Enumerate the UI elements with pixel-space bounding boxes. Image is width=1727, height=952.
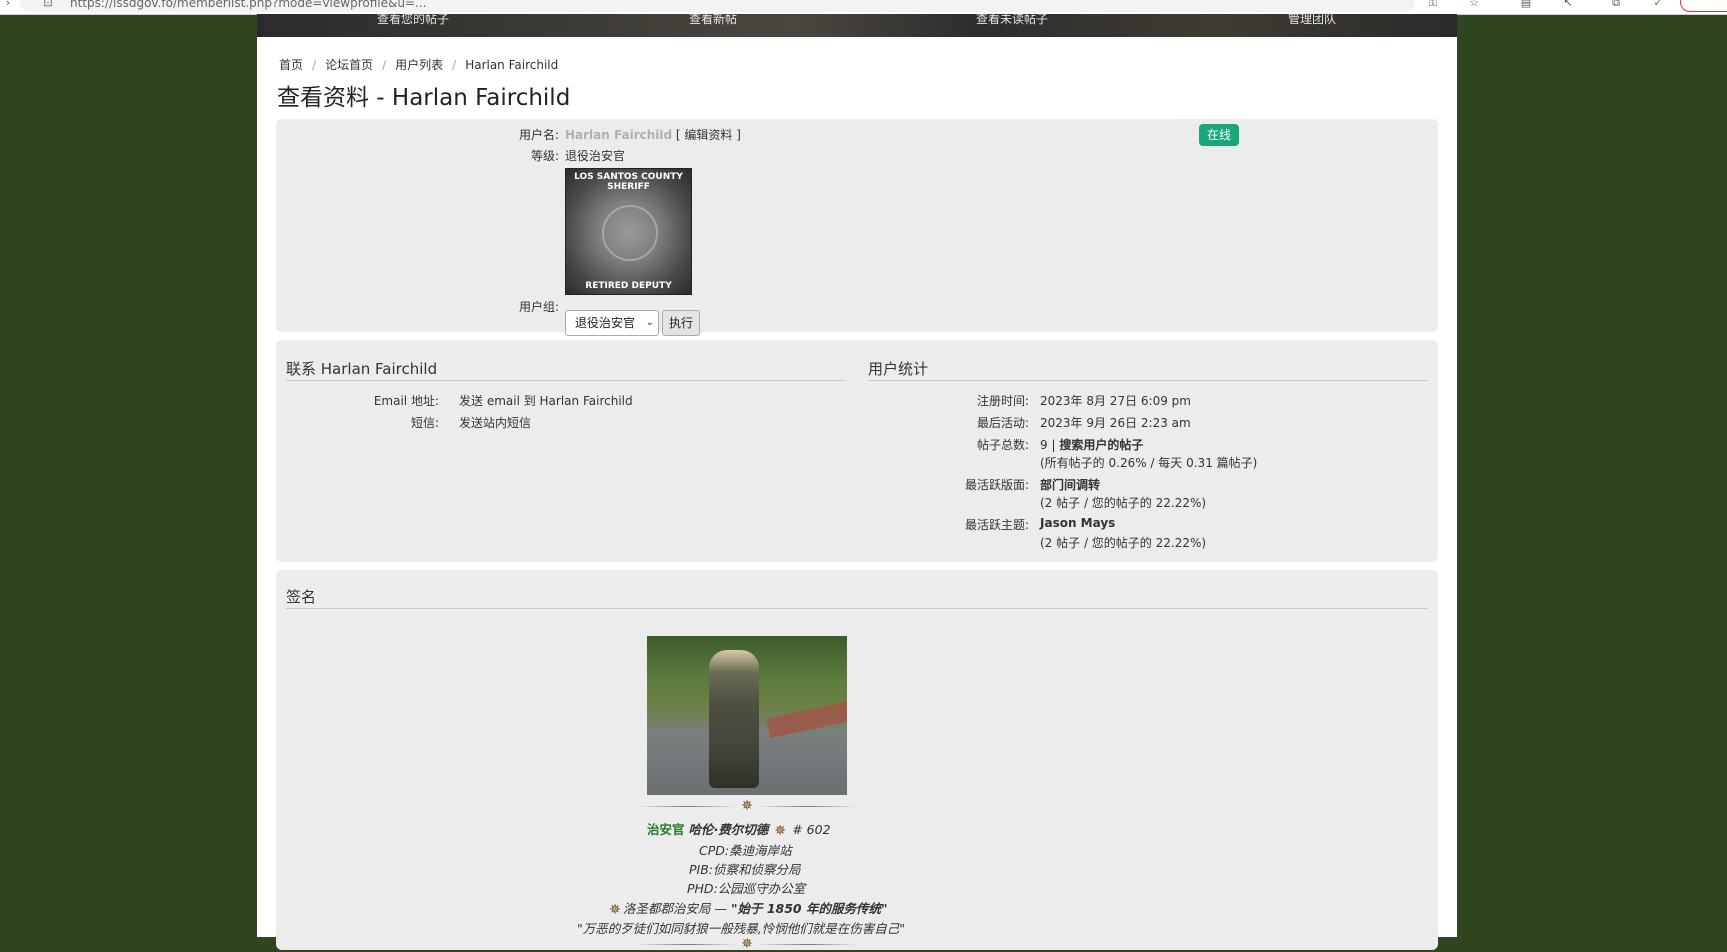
sheriff-star-icon-2: ✵ xyxy=(741,936,753,952)
ornament-line-left-2 xyxy=(637,944,737,945)
joined-value: 2023年 8月 27日 6:09 pm xyxy=(1040,394,1191,408)
nav-new-posts[interactable]: 查看新帖 xyxy=(689,12,737,26)
signature-motto: "万恶的歹徒们如同豺狼一般残暴,怜悯他们就是在伤害自己" xyxy=(577,921,905,936)
signature-title: 签名 xyxy=(286,588,317,606)
posts-row: 9 | 搜索用户的帖子 xyxy=(1040,436,1143,453)
signature-dept-line: ✵ 洛圣都郡治安局 — "始于 1850 年的服务传统" xyxy=(257,898,1727,918)
active-topic-detail: (2 帖子 / 您的帖子的 22.22%) xyxy=(1040,536,1207,550)
sheriff-star-icon: ✵ xyxy=(741,798,753,814)
last-visit-label: 最后活动: xyxy=(976,416,1029,430)
pm-label: 短信: xyxy=(410,416,439,430)
signature-dept-quote: "始于 1850 年的服务传统" xyxy=(730,901,888,916)
posts-separator: | xyxy=(1047,438,1060,452)
breadcrumb: 首页 / 论坛首页 / 用户列表 / Harlan Fairchild xyxy=(279,58,559,72)
contact-title: 联系 Harlan Fairchild xyxy=(286,360,438,378)
shield-icon[interactable]: ✓ xyxy=(1652,0,1664,9)
header-banner: 查看您的帖子 查看新帖 查看未读帖子 管理团队 xyxy=(257,12,1457,37)
breadcrumb-memberlist[interactable]: 用户列表 xyxy=(395,58,443,72)
rank-image: LOS SANTOS COUNTY SHERIFF RETIRED DEPUTY xyxy=(565,168,692,295)
email-label: Email 地址: xyxy=(373,394,439,408)
group-select[interactable]: 退役治安官 ⌄ xyxy=(565,310,659,336)
badge-star-icon: ✵ xyxy=(774,822,787,839)
group-label: 用户组: xyxy=(518,300,559,314)
profile-pill[interactable] xyxy=(1680,0,1727,12)
browser-chrome: › ⊡ https://lssdgov.fo/memberlist.php?mo… xyxy=(0,0,1727,15)
extension-icon[interactable]: ⧉ xyxy=(1610,0,1622,9)
dept-star-icon: ✵ xyxy=(609,901,621,918)
signature-badge-number: # 602 xyxy=(792,822,831,837)
nav-your-posts[interactable]: 查看您的帖子 xyxy=(377,12,449,26)
nav-unread-posts[interactable]: 查看未读帖子 xyxy=(976,12,1048,26)
ornament-line-left xyxy=(637,806,737,807)
cursor-icon[interactable]: ↖ xyxy=(1562,0,1574,9)
rank-value: 退役治安官 xyxy=(565,149,626,163)
read-mode-icon[interactable]: ▤ xyxy=(1520,0,1532,9)
ornament-line-right xyxy=(757,806,857,807)
active-forum-detail: (2 帖子 / 您的帖子的 22.22%) xyxy=(1040,496,1207,510)
signature-dept: 洛圣都郡治安局 — xyxy=(623,901,731,916)
posts-detail: (所有帖子的 0.26% / 每天 0.31 篇帖子) xyxy=(1040,456,1258,470)
active-forum-link[interactable]: 部门间调转 xyxy=(1040,476,1100,493)
breadcrumb-home[interactable]: 首页 xyxy=(279,58,303,72)
stats-title: 用户统计 xyxy=(868,360,929,378)
rank-label: 等级: xyxy=(530,149,559,163)
photo-path xyxy=(766,697,847,739)
username-value: Harlan Fairchild xyxy=(565,128,673,142)
last-visit-value: 2023年 9月 26日 2:23 am xyxy=(1040,416,1191,430)
page-container: 查看您的帖子 查看新帖 查看未读帖子 管理团队 首页 / 论坛首页 / 用户列表 / Har… xyxy=(257,12,1457,952)
posts-count: 9 xyxy=(1040,438,1048,452)
breadcrumb-forum-index[interactable]: 论坛首页 xyxy=(325,58,373,72)
contact-divider xyxy=(286,380,845,381)
edit-profile-link[interactable]: [ 编辑资料 ] xyxy=(676,128,741,142)
username-row: Harlan Fairchild [ 编辑资料 ] xyxy=(565,126,741,143)
group-selected-value: 退役治安官 xyxy=(575,316,636,330)
chevron-down-icon: ⌄ xyxy=(645,317,654,328)
signature-divider xyxy=(286,608,1428,609)
site-info-icon[interactable]: ⊡ xyxy=(42,0,54,9)
contact-stats-panel xyxy=(276,340,1438,562)
signature-line-1: CPD:桑迪海岸站 xyxy=(699,843,792,858)
active-topic-link[interactable]: Jason Mays xyxy=(1040,516,1115,530)
posts-label: 帖子总数: xyxy=(976,438,1029,452)
page-title: 查看资料 - Harlan Fairchild xyxy=(277,85,571,111)
pm-link[interactable]: 发送站内短信 xyxy=(459,414,531,431)
search-user-posts-link[interactable]: 搜索用户的帖子 xyxy=(1059,438,1143,452)
rank-image-bottom-text: RETIRED DEPUTY xyxy=(585,281,672,291)
active-topic-label: 最活跃主题: xyxy=(964,518,1029,532)
url-text[interactable]: https://lssdgov.fo/memberlist.php?mode=v… xyxy=(70,0,770,10)
online-badge: 在线 xyxy=(1199,124,1239,146)
joined-label: 注册时间: xyxy=(976,394,1029,408)
sheriff-seal-icon xyxy=(602,205,658,261)
bookmark-star-icon[interactable]: ☆ xyxy=(1468,0,1480,9)
username-label: 用户名: xyxy=(518,128,559,142)
signature-line-2: PIB:侦察和侦察分局 xyxy=(689,862,801,877)
signature-photo xyxy=(647,636,847,795)
go-button[interactable]: 执行 xyxy=(662,310,700,336)
rank-image-top-text: LOS SANTOS COUNTY SHERIFF xyxy=(574,172,683,192)
breadcrumb-current[interactable]: Harlan Fairchild xyxy=(465,58,558,72)
stats-divider xyxy=(868,380,1428,381)
email-link[interactable]: 发送 email 到 Harlan Fairchild xyxy=(459,392,633,409)
signature-line-3: PHD:公园巡守办公室 xyxy=(687,881,806,896)
active-forum-label: 最活跃版面: xyxy=(964,478,1029,492)
signature-rank: 治安官 xyxy=(647,822,685,837)
nav-team[interactable]: 管理团队 xyxy=(1288,12,1336,26)
chevron-icon[interactable]: › xyxy=(2,0,14,9)
ornament-line-right-2 xyxy=(757,944,857,945)
photo-deputy xyxy=(709,650,759,788)
signature-name: 哈伦·费尔切德 xyxy=(688,822,769,837)
signature-name-line: 治安官 哈伦·费尔切德 ✵ # 602 xyxy=(257,819,1727,839)
key-icon[interactable]: ⚿ xyxy=(1427,0,1439,9)
